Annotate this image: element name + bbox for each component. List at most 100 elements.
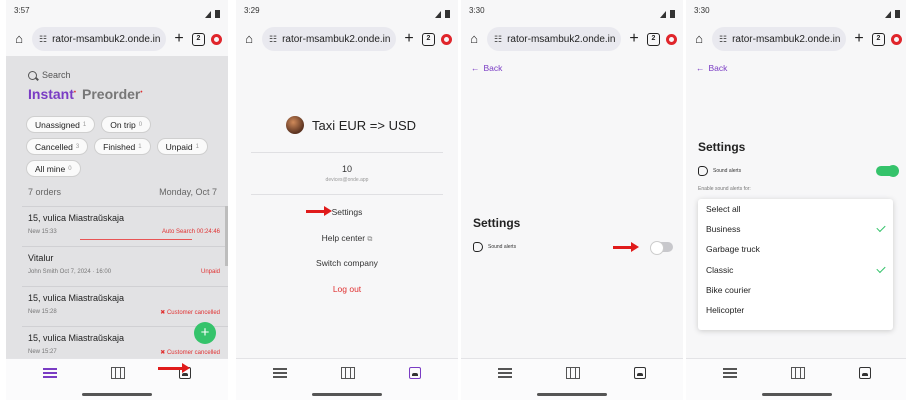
opera-icon[interactable] [441,33,452,45]
tabs-icon[interactable]: 2 [422,32,435,46]
sound-alerts-toggle[interactable] [876,165,899,177]
new-tab-icon[interactable]: + [402,30,416,48]
menu-help-center[interactable]: Help center ⧉ [236,233,458,244]
option-garbage-truck[interactable]: Garbage truck [698,239,893,259]
tabs-icon[interactable]: 2 [192,32,205,46]
order-status: Auto Search 00:24:46 [161,229,220,235]
filter-unassigned[interactable]: Unassigned 1 [26,116,96,133]
order-row[interactable]: Vitalur John Smith Oct 7, 2024 · 16:00 U… [22,246,228,286]
tune-icon[interactable]: ☷ [494,34,502,45]
status-bar: 3:57 [6,0,228,22]
home-icon[interactable]: ⌂ [12,32,26,46]
filter-unpaid[interactable]: Unpaid 1 [156,138,208,155]
profile-content: Taxi EUR => USD 10 devices@onde.app Sett… [236,56,458,358]
settings-content: ← Back Settings Sound alerts Enable sound… [686,56,906,358]
menu-switch-company[interactable]: Switch company [236,258,458,268]
order-row[interactable]: 15, vulica Miastraŭskaja New 15:28 ✖ Cus… [22,286,228,326]
tabs-icon[interactable]: 2 [872,32,885,46]
help-label: Help center [321,233,366,243]
status-bar: 3:30 [461,0,683,22]
sound-alerts-toggle[interactable] [650,241,673,255]
status-time: 3:57 [14,6,30,15]
url-field[interactable]: ☷ rator-msambuk2.onde.in [487,27,621,51]
company-name: Taxi EUR => USD [312,117,417,133]
annotation-arrow [158,363,190,373]
profile-icon[interactable] [634,367,646,379]
arrow-left-icon: ← [471,63,480,73]
url-text: rator-msambuk2.onde.in [507,33,616,45]
divider [251,152,443,153]
orders-list-icon[interactable] [273,368,287,378]
home-icon[interactable]: ⌂ [692,32,706,46]
url-field[interactable]: ☷ rator-msambuk2.onde.in [712,27,846,51]
map-icon[interactable] [341,367,355,379]
tabs-icon[interactable]: 2 [647,32,660,46]
option-business[interactable]: Business [698,219,893,239]
external-link-icon: ⧉ [367,236,373,243]
bottom-nav [461,358,683,400]
phone-profile: 3:29 ⌂ ☷ rator-msambuk2.onde.in + 2 Taxi … [236,0,458,400]
new-tab-icon[interactable]: + [852,30,866,48]
orders-list-icon[interactable] [43,368,57,378]
order-row[interactable]: 15, vulica Miastraŭskaja New 15:33 Auto … [22,206,228,246]
filter-all-mine[interactable]: All mine 0 [26,160,81,177]
new-tab-icon[interactable]: + [627,30,641,48]
tune-icon[interactable]: ☷ [269,34,277,45]
tab-preorder[interactable]: Preorder• [82,86,142,102]
signal-icon [205,10,211,18]
menu-log-out[interactable]: Log out [236,284,458,294]
filter-finished[interactable]: Finished 1 [94,138,151,155]
map-icon[interactable] [111,367,125,379]
map-icon[interactable] [791,367,805,379]
status-time: 3:30 [469,6,485,15]
home-icon[interactable]: ⌂ [467,32,481,46]
option-bike-courier[interactable]: Bike courier [698,280,893,300]
signal-icon [660,10,666,18]
option-helicopter[interactable]: Helicopter [698,300,893,320]
url-field[interactable]: ☷ rator-msambuk2.onde.in [32,27,166,51]
orders-list-icon[interactable] [498,368,512,378]
url-field[interactable]: ☷ rator-msambuk2.onde.in [262,27,396,51]
bottom-nav [236,358,458,400]
phone-settings-on: 3:30 ⌂ ☷ rator-msambuk2.onde.in + 2 ← Back… [686,0,906,400]
profile-icon[interactable] [409,367,421,379]
status-bar: 3:30 [686,0,906,22]
filter-cancelled[interactable]: Cancelled 3 [26,138,89,155]
option-classic[interactable]: Classic [698,260,893,280]
orders-list-icon[interactable] [723,368,737,378]
opera-icon[interactable] [211,33,222,45]
account-number: 10 [341,164,352,174]
battery-icon [445,10,450,18]
search-bar[interactable]: Search [28,70,71,80]
home-icon[interactable]: ⌂ [242,32,256,46]
map-icon[interactable] [566,367,580,379]
opera-icon[interactable] [891,33,902,45]
search-icon [28,70,37,80]
new-tab-icon[interactable]: + [172,30,186,48]
status-time: 3:30 [694,6,710,15]
status-time: 3:29 [244,6,260,15]
orders-count: 7 orders [28,187,62,197]
browser-bar: ⌂ ☷ rator-msambuk2.onde.in + 2 [686,22,906,56]
orders-content: Search Instant• Preorder• Unassigned 1 On… [6,56,228,358]
profile-icon[interactable] [859,367,871,379]
tune-icon[interactable]: ☷ [39,34,47,45]
opera-icon[interactable] [666,33,677,45]
option-select-all[interactable]: Select all [698,199,893,219]
gesture-bar [762,393,832,396]
filter-on-trip[interactable]: On trip 0 [101,116,152,133]
search-placeholder: Search [42,70,71,80]
back-button[interactable]: ← Back [471,63,502,73]
order-title: 15, vulica Miastraŭskaja [28,333,125,343]
bottom-nav [6,358,228,400]
menu-settings[interactable]: Settings [236,207,458,217]
settings-content: ← Back Settings Sound alerts [461,56,683,358]
tune-icon[interactable]: ☷ [719,34,727,45]
tab-instant[interactable]: Instant• [28,86,76,102]
order-meta: John Smith Oct 7, 2024 · 16:00 [28,269,112,275]
scrollbar[interactable] [225,206,228,266]
add-order-button[interactable]: + [194,322,216,344]
back-button[interactable]: ← Back [696,63,727,73]
search-progress-line [80,239,192,240]
signal-icon [885,10,891,18]
